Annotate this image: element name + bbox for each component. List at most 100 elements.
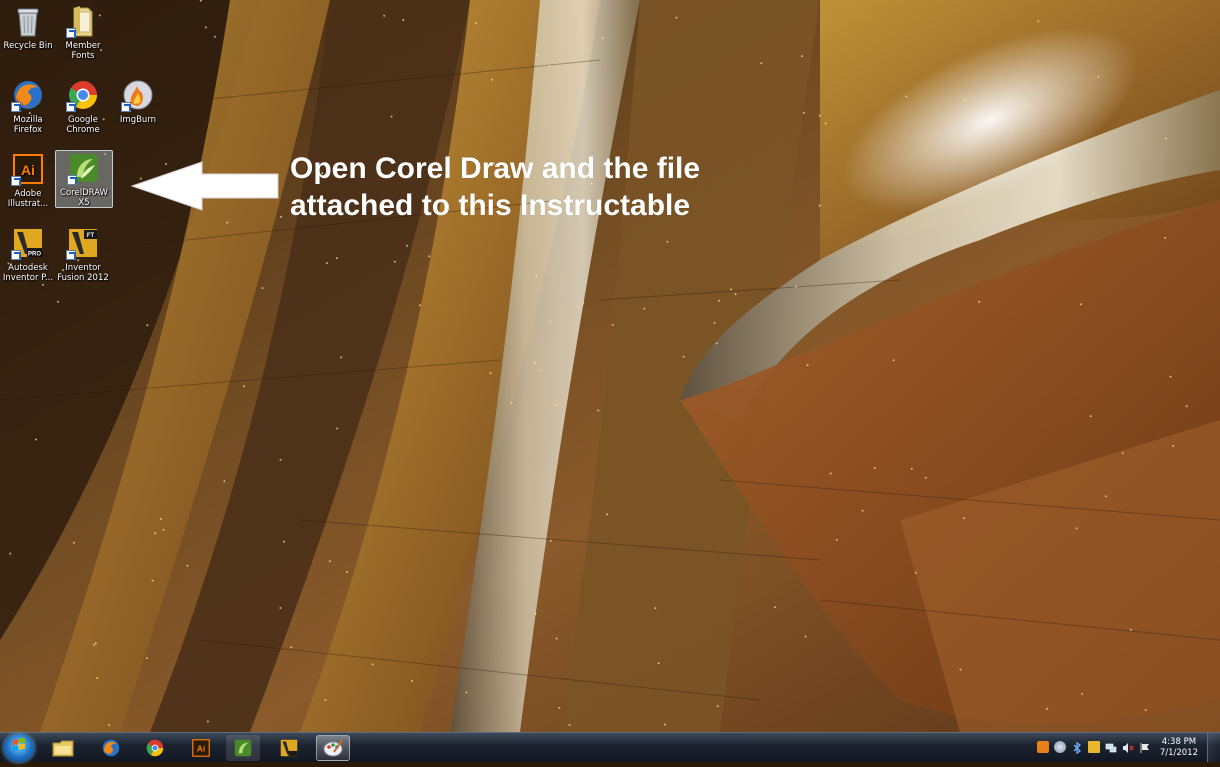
svg-text:Ai: Ai [197, 745, 205, 754]
imgburn-icon [121, 78, 155, 112]
taskbar-clock[interactable]: 4:38 PM 7/1/2012 [1160, 737, 1198, 759]
shortcut-arrow-icon [11, 176, 21, 186]
wallpaper-sparkle [57, 300, 60, 303]
wallpaper-sparkle [715, 342, 718, 345]
taskbar-windows-explorer[interactable] [46, 735, 80, 761]
wallpaper-sparkle [324, 699, 327, 702]
wallpaper-sparkle [393, 260, 396, 263]
inventor-icon [280, 739, 298, 757]
desktop-icon-label: Autodesk Inventor P... [2, 263, 54, 283]
network-icon[interactable] [1105, 741, 1117, 753]
windows-logo-icon [13, 737, 25, 752]
wallpaper-sparkle [510, 401, 513, 404]
windows-explorer-icon [52, 740, 74, 757]
wallpaper-sparkle [959, 668, 962, 671]
wallpaper-sparkle [9, 552, 12, 555]
taskbar: Ai 4:38 PM 7/1/2012 [0, 732, 1220, 762]
shortcut-arrow-icon [121, 102, 131, 112]
wallpaper-sparkle [713, 321, 716, 324]
wallpaper-sparkle [1011, 129, 1014, 132]
wallpaper-sparkle [801, 55, 804, 58]
wallpaper-sparkle [861, 509, 864, 512]
app-tray-icon[interactable] [1037, 741, 1049, 753]
wallpaper-sparkle [411, 680, 414, 682]
wallpaper-sparkle [72, 541, 75, 544]
firefox-icon [11, 78, 45, 112]
desktop-icon-imgburn[interactable]: ImgBurn [110, 78, 166, 125]
wallpaper-sparkle [1169, 375, 1172, 378]
volume-muted-icon[interactable] [1122, 741, 1134, 753]
wallpaper-sparkle [1185, 405, 1188, 408]
start-button[interactable] [4, 734, 34, 762]
bluetooth-icon[interactable] [1071, 741, 1083, 755]
desktop-icon-recycle-bin[interactable]: Recycle Bin [0, 4, 56, 51]
wallpaper-sparkle [491, 78, 494, 81]
wallpaper-sparkle [418, 304, 421, 307]
clock-date: 7/1/2012 [1159, 748, 1198, 758]
desktop-icon-google-chrome[interactable]: Google Chrome [55, 78, 111, 135]
wallpaper-sparkle [94, 642, 97, 645]
desktop-icon-label: Member Fonts [65, 41, 101, 61]
wallpaper-sparkle [145, 657, 148, 660]
wallpaper-sparkle [151, 579, 154, 582]
wallpaper-sparkle [214, 35, 216, 38]
wallpaper-sparkle [280, 215, 282, 218]
wallpaper-sparkle [675, 16, 678, 19]
show-desktop-button[interactable] [1207, 733, 1220, 762]
illustrator-icon: Ai [192, 739, 210, 757]
chrome-icon [146, 739, 164, 757]
wallpaper-sparkle [818, 204, 821, 207]
flag-icon[interactable] [1139, 741, 1151, 753]
desktop-icon-label: Recycle Bin [3, 41, 53, 51]
desktop-icon-adobe-illustrator[interactable]: Ai Adobe Illustrat... [0, 152, 56, 209]
wallpaper-sparkle [279, 607, 282, 609]
paint-icon [323, 739, 343, 757]
wallpaper-sparkle [1075, 527, 1078, 530]
desktop-icon-coreldraw-x5[interactable]: CorelDRAW X5 [55, 150, 113, 208]
taskbar-coreldraw[interactable] [226, 735, 260, 761]
wallpaper-sparkle [873, 466, 876, 469]
wallpaper-sparkle [539, 369, 542, 372]
wallpaper-sparkle [914, 571, 917, 574]
wallpaper-sparkle [716, 705, 719, 708]
coreldraw-icon [234, 739, 252, 757]
wallpaper-sparkle [290, 646, 293, 649]
wallpaper-sparkle [428, 255, 431, 258]
wallpaper-sparkle [1165, 137, 1167, 140]
wallpaper-sparkle [1129, 628, 1132, 631]
wallpaper-sparkle [555, 637, 558, 640]
desktop-wallpaper[interactable] [0, 0, 1220, 732]
desktop-icon-label: Inventor Fusion 2012 [57, 263, 109, 283]
taskbar-inventor[interactable] [272, 735, 306, 761]
wallpaper-sparkle [682, 355, 685, 358]
wallpaper-sparkle [162, 528, 165, 531]
taskbar-chrome[interactable] [138, 735, 172, 761]
folder-tray-icon[interactable] [1088, 741, 1100, 753]
taskbar-paint[interactable] [316, 735, 350, 761]
wallpaper-sparkle [41, 283, 44, 286]
shortcut-arrow-icon [66, 28, 76, 38]
network-globe-icon[interactable] [1054, 741, 1066, 753]
wallpaper-sparkle [226, 221, 229, 224]
wallpaper-sparkle [328, 560, 331, 563]
wallpaper-sparkle [760, 62, 763, 65]
wallpaper-sparkle [818, 114, 821, 117]
wallpaper-sparkle [1079, 303, 1082, 306]
desktop-icon-member-fonts[interactable]: Member Fonts [55, 4, 111, 61]
desktop-icon-inventor-fusion-2012[interactable]: FT Inventor Fusion 2012 [55, 226, 111, 283]
wallpaper-sparkle [824, 122, 827, 125]
taskbar-firefox[interactable] [94, 735, 128, 761]
shortcut-arrow-icon [11, 250, 21, 260]
wallpaper-sparkle [1092, 192, 1095, 195]
wallpaper-sparkle [279, 458, 282, 461]
wallpaper-sparkle [582, 302, 585, 305]
annotation-arrow-icon [130, 160, 280, 217]
taskbar-illustrator[interactable]: Ai [184, 735, 218, 761]
wallpaper-sparkle [555, 404, 558, 407]
wallpaper-sparkle [390, 115, 393, 118]
desktop-icon-mozilla-firefox[interactable]: Mozilla Firefox [0, 78, 56, 135]
wallpaper-sparkle [558, 706, 561, 709]
wallpaper-sparkle [963, 517, 965, 520]
wallpaper-sparkle [223, 480, 226, 483]
desktop-icon-autodesk-inventor-pro[interactable]: PRO Autodesk Inventor P... [0, 226, 56, 283]
